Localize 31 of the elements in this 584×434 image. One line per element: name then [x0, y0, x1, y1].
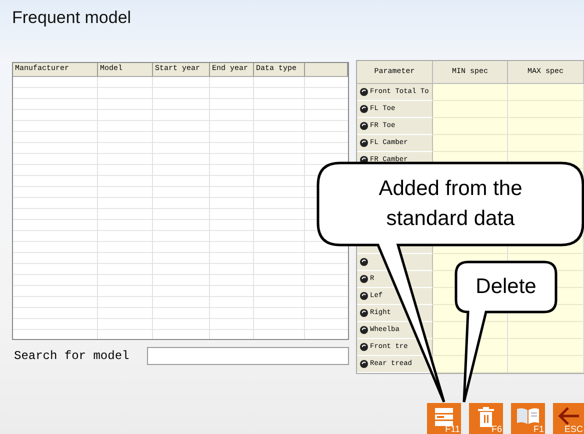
- dial-icon: [360, 139, 368, 147]
- dial-icon: [360, 292, 368, 300]
- dial-icon: [360, 360, 368, 368]
- trash-icon: [478, 407, 494, 427]
- callout-tooltip-text: Added from the standard data: [378, 176, 524, 232]
- spec-cell[interactable]: [508, 322, 584, 339]
- spec-cell[interactable]: [433, 118, 508, 135]
- dial-icon: [360, 88, 368, 96]
- dial-icon: [360, 105, 368, 113]
- page-title: Frequent model: [11, 7, 132, 29]
- callout-tooltip-text: Delete: [476, 274, 536, 300]
- list-icon: [434, 407, 454, 427]
- dial-icon: [360, 343, 368, 351]
- dial-icon: [360, 326, 368, 334]
- dial-icon: [360, 309, 368, 317]
- spec-cell[interactable]: [433, 135, 508, 152]
- spec-cell[interactable]: [433, 84, 508, 101]
- book-icon: [516, 407, 540, 425]
- spec-cell[interactable]: [508, 339, 584, 356]
- spec-cell[interactable]: [508, 101, 584, 118]
- spec-cell[interactable]: [508, 118, 584, 135]
- dial-icon: [360, 275, 368, 283]
- dial-icon: [360, 122, 368, 130]
- spec-cell[interactable]: [433, 101, 508, 118]
- back-arrow-icon: [558, 407, 580, 425]
- search-label: Search for model: [13, 349, 130, 363]
- dial-icon: [360, 258, 368, 266]
- spec-cell[interactable]: [508, 135, 584, 152]
- spec-cell[interactable]: [508, 356, 584, 373]
- spec-cell[interactable]: [508, 84, 584, 101]
- search-field[interactable]: [147, 347, 349, 365]
